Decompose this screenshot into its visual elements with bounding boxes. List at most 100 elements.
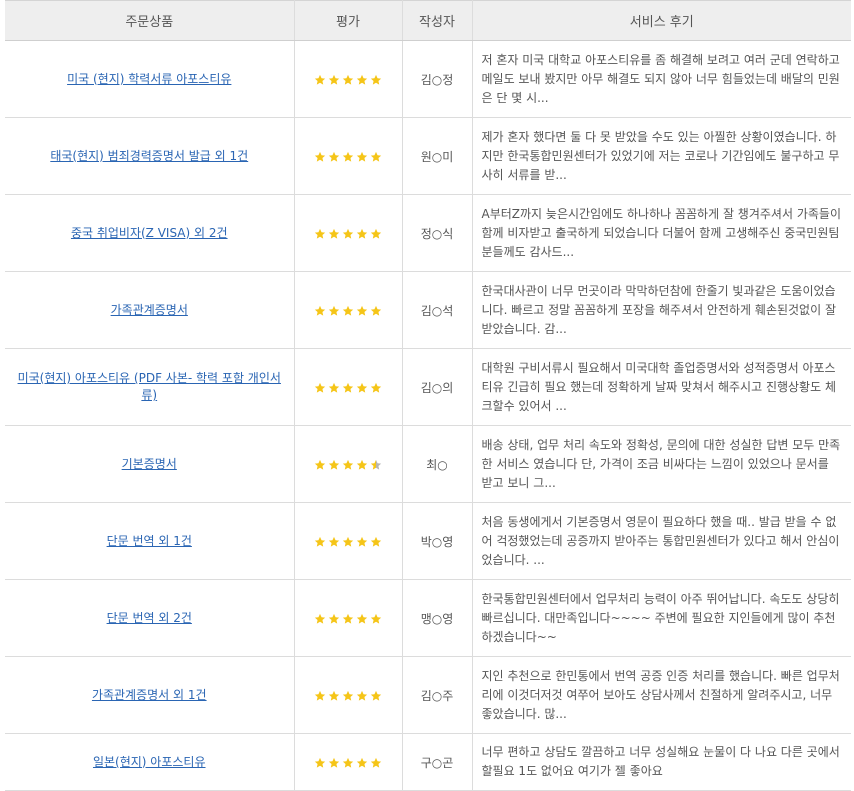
table-row: 태국(현지) 범죄경력증명서 발급 외 1건 원○미 제가 혼자 했다면 둘 다 못… [5,117,851,195]
star-icon [356,74,368,85]
product-link[interactable]: 미국 (현지) 학력서류 아포스티유 [59,71,239,88]
author-cell: 김○정 [402,40,473,118]
star-icon [356,382,368,393]
review-text: 대학원 구비서류시 필요해서 미국대학 졸업증명서와 성적증명서 아포스티유 긴… [481,360,837,413]
star-icon [328,536,340,547]
product-link[interactable]: 기본증명서 [114,456,185,473]
author-cell: 김○주 [402,656,473,734]
product-link[interactable]: 단문 번역 외 2건 [99,610,200,627]
star-icon [314,459,326,470]
star-icon [342,151,354,162]
product-link[interactable]: 미국(현지) 아포스티유 (PDF 사본- 학력 포함 개인서류) [5,370,294,404]
author-name: 정○식 [420,226,454,241]
author-cell: 박○영 [402,502,473,580]
star-icon [314,228,326,239]
author-name: 박○영 [420,534,454,549]
star-icon [328,74,340,85]
product-cell: 단문 번역 외 2건 [5,579,295,657]
product-cell: 가족관계증명서 외 1건 [5,656,295,734]
review-cell: 제가 혼자 했다면 둘 다 못 받았을 수도 있는 아찔한 상황이였습니다. 하… [472,117,851,195]
star-icon [370,228,382,239]
author-cell: 구○곤 [402,733,473,791]
product-cell: 미국 (현지) 학력서류 아포스티유 [5,40,295,118]
review-table: 주문상품 평가 작성자 서비스 후기 미국 (현지) 학력서류 아포스티유 김○정… [5,0,851,791]
product-link[interactable]: 중국 취업비자(Z VISA) 외 2건 [63,225,236,242]
rating-cell [294,117,403,195]
rating-cell [294,502,403,580]
star-icon [370,459,382,470]
star-icon [314,536,326,547]
review-cell: 한국통합민원센터에서 업무처리 능력이 아주 뛰어납니다. 속도도 상당히 빠르… [472,579,851,657]
author-cell: 원○미 [402,117,473,195]
product-link[interactable]: 일본(현지) 아포스티유 [85,754,214,771]
star-rating [314,382,382,394]
product-link[interactable]: 가족관계증명서 외 1건 [84,687,215,704]
review-text: 처음 동생에게서 기본증명서 영문이 필요하다 했을 때.. 발급 받을 수 없… [481,514,840,567]
star-icon [356,690,368,701]
star-rating [314,536,382,548]
review-table-body: 미국 (현지) 학력서류 아포스티유 김○정 저 혼자 미국 대학교 아포스티유를 … [5,40,851,791]
author-name: 원○미 [420,149,454,164]
product-link[interactable]: 단문 번역 외 1건 [99,533,200,550]
review-cell: 지인 추천으로 한민통에서 번역 공증 인증 처리를 했습니다. 빠른 업무처리… [472,656,851,734]
star-rating [314,151,382,163]
star-icon [356,151,368,162]
table-row: 가족관계증명서 김○석 한국대사관이 너무 먼곳이라 막막하던참에 한줄기 빛과같은… [5,271,851,349]
table-header-row: 주문상품 평가 작성자 서비스 후기 [5,0,851,41]
rating-cell [294,348,403,426]
product-cell: 미국(현지) 아포스티유 (PDF 사본- 학력 포함 개인서류) [5,348,295,426]
product-cell: 중국 취업비자(Z VISA) 외 2건 [5,194,295,272]
star-icon [342,228,354,239]
author-cell: 김○의 [402,348,473,426]
star-icon [342,690,354,701]
star-icon [328,382,340,393]
review-cell: 저 혼자 미국 대학교 아포스티유를 좀 해결해 보려고 여러 군데 연락하고 … [472,40,851,118]
rating-cell [294,733,403,791]
product-cell: 태국(현지) 범죄경력증명서 발급 외 1건 [5,117,295,195]
review-text: 너무 편하고 상담도 깔끔하고 너무 성실해요 눈물이 다 나요 다른 곳에서 … [481,745,840,778]
product-link[interactable]: 가족관계증명서 [103,302,196,319]
review-text: 제가 혼자 했다면 둘 다 못 받았을 수도 있는 아찔한 상황이였습니다. 하… [481,129,840,182]
author-cell: 최○ [402,425,473,503]
star-icon [342,459,354,470]
table-row: 단문 번역 외 2건 맹○영 한국통합민원센터에서 업무처리 능력이 아주 뛰어납니… [5,579,851,657]
review-cell: 한국대사관이 너무 먼곳이라 막막하던참에 한줄기 빛과같은 도움이었습니다. … [472,271,851,349]
rating-cell [294,194,403,272]
review-cell: 대학원 구비서류시 필요해서 미국대학 졸업증명서와 성적증명서 아포스티유 긴… [472,348,851,426]
author-name: 김○정 [420,72,454,87]
product-link[interactable]: 태국(현지) 범죄경력증명서 발급 외 1건 [42,148,256,165]
author-name: 김○주 [420,688,454,703]
author-name: 맹○영 [420,611,454,626]
review-cell: 배송 상태, 업무 처리 속도와 정확성, 문의에 대한 성실한 답변 모두 만… [472,425,851,503]
star-icon [342,536,354,547]
column-header-review: 서비스 후기 [472,0,851,41]
rating-cell [294,656,403,734]
star-icon [328,459,340,470]
review-text: 지인 추천으로 한민통에서 번역 공증 인증 처리를 했습니다. 빠른 업무처리… [481,668,840,721]
star-icon [370,757,382,768]
star-icon [356,613,368,624]
rating-cell [294,271,403,349]
star-icon [356,757,368,768]
star-icon [342,613,354,624]
product-cell: 가족관계증명서 [5,271,295,349]
star-icon [370,151,382,162]
star-icon [328,613,340,624]
rating-cell [294,425,403,503]
star-icon [370,690,382,701]
star-rating [314,757,382,769]
table-row: 기본증명서 최○ 배송 상태, 업무 처리 속도와 정확성, 문의에 대한 성실한 … [5,425,851,503]
star-icon [314,690,326,701]
table-row: 미국(현지) 아포스티유 (PDF 사본- 학력 포함 개인서류) 김○의 대학원 … [5,348,851,426]
author-name: 최○ [426,457,448,472]
star-icon [314,613,326,624]
star-icon [314,151,326,162]
table-row: 중국 취업비자(Z VISA) 외 2건 정○식 A부터Z까지 늦은시간임에도 하나… [5,194,851,272]
author-name: 김○의 [420,380,454,395]
star-icon [314,305,326,316]
author-name: 김○석 [420,303,454,318]
author-cell: 맹○영 [402,579,473,657]
star-icon [370,613,382,624]
rating-cell [294,40,403,118]
review-text: 저 혼자 미국 대학교 아포스티유를 좀 해결해 보려고 여러 군데 연락하고 … [481,52,840,105]
